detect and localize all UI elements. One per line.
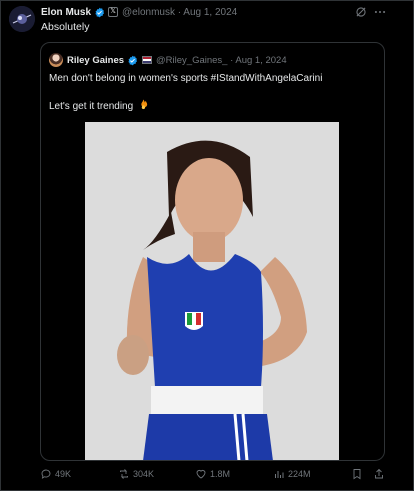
verified-icon: [95, 7, 105, 17]
repost-count: 304K: [133, 469, 155, 479]
tweet-header: Elon Musk 𝕏 @elonmusk · Aug 1, 2024: [41, 5, 237, 19]
grok-icon[interactable]: [354, 5, 368, 19]
quoted-tweet[interactable]: Riley Gaines @Riley_Gaines_ · Aug 1, 202…: [40, 42, 385, 461]
quote-author-name[interactable]: Riley Gaines: [67, 55, 124, 66]
author-handle-date[interactable]: @elonmusk · Aug 1, 2024: [122, 7, 237, 18]
quote-text-line2-label: Let's get it trending: [49, 101, 134, 112]
tweet-text: Absolutely: [41, 21, 90, 33]
share-button[interactable]: [373, 468, 388, 480]
quote-text-line2: Let's get it trending: [49, 99, 148, 112]
like-icon: [196, 469, 206, 479]
bookmark-button[interactable]: [351, 468, 366, 480]
views-count: 224M: [288, 469, 311, 479]
fire-icon: [141, 99, 148, 110]
repost-icon: [120, 469, 128, 479]
reply-button[interactable]: 49K: [40, 468, 71, 480]
tweet-card[interactable]: Elon Musk 𝕏 @elonmusk · Aug 1, 2024 Abso…: [0, 0, 414, 491]
reply-count: 49K: [55, 469, 72, 479]
like-button[interactable]: 1.8M: [195, 468, 230, 480]
author-avatar[interactable]: [9, 6, 35, 32]
like-count: 1.8M: [210, 469, 231, 479]
flag-badge-icon: [142, 56, 153, 64]
repost-button[interactable]: 304K: [118, 468, 154, 480]
share-icon: [375, 468, 383, 479]
x-badge-icon: 𝕏: [108, 7, 119, 17]
views-icon: [275, 471, 284, 478]
tweet-actions: 49K 304K 1.8M 224M: [1, 468, 414, 482]
quote-handle-date[interactable]: @Riley_Gaines_ · Aug 1, 2024: [156, 55, 287, 66]
reply-icon: [41, 469, 51, 479]
quote-text-line1: Men don't belong in women's sports #ISta…: [49, 73, 323, 84]
more-icon[interactable]: [373, 5, 387, 19]
quote-photo[interactable]: [85, 122, 339, 460]
verified-icon: [128, 55, 138, 65]
quote-author-avatar[interactable]: [49, 53, 63, 67]
views-button[interactable]: 224M: [273, 468, 311, 480]
bookmark-icon: [353, 469, 361, 480]
author-name[interactable]: Elon Musk: [41, 7, 91, 18]
quote-header: Riley Gaines @Riley_Gaines_ · Aug 1, 202…: [67, 53, 287, 67]
